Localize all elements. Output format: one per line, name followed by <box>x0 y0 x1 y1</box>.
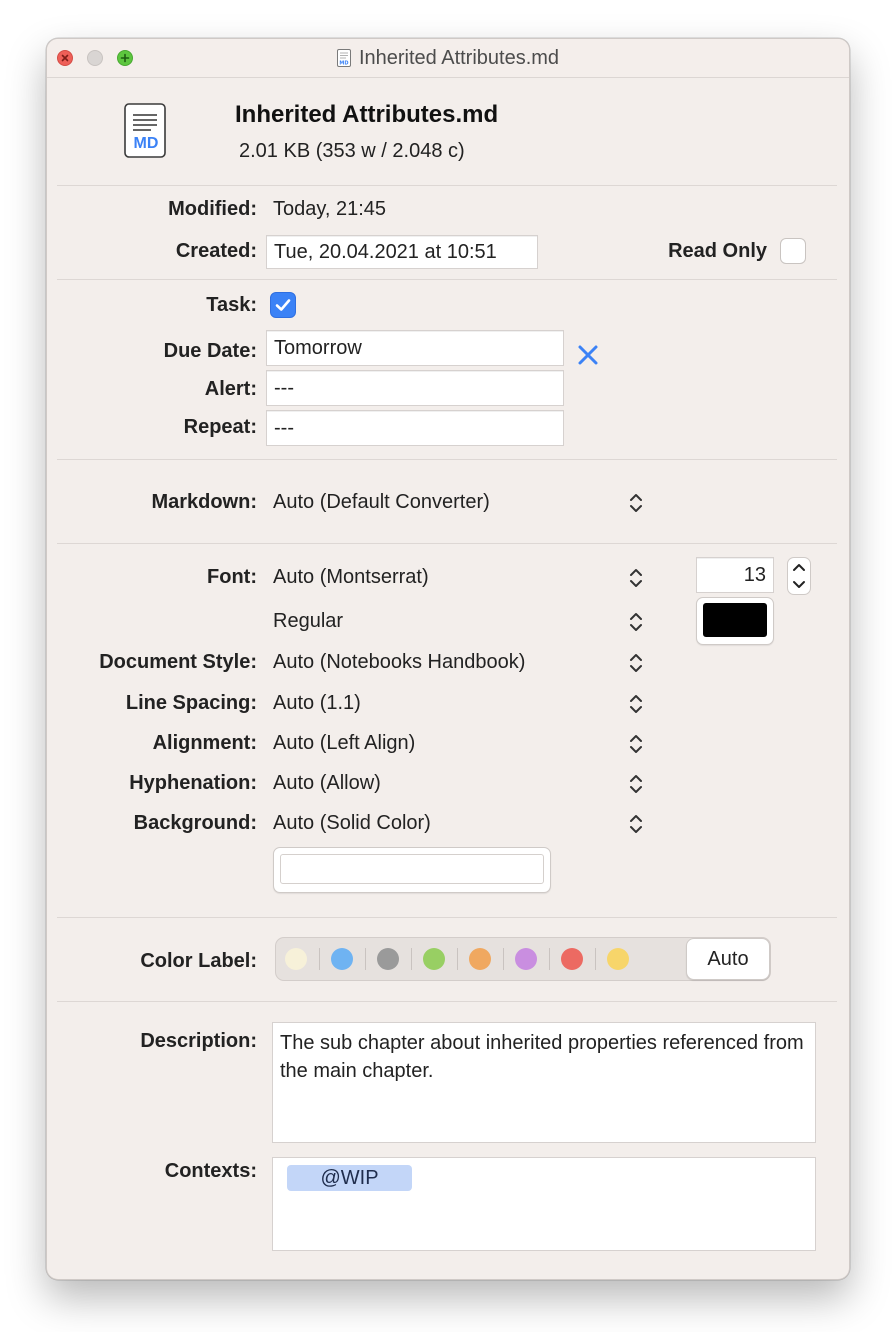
segment-divider <box>411 948 412 970</box>
alignment-label: Alignment: <box>152 732 257 754</box>
background-value: Auto (Solid Color) <box>273 812 431 834</box>
segment-divider <box>319 948 320 970</box>
updown-chevron-icon <box>630 775 642 793</box>
updown-chevron-icon <box>630 695 642 713</box>
color-label-option[interactable] <box>469 948 491 970</box>
updown-chevron-icon <box>630 494 642 512</box>
font-value: Auto (Montserrat) <box>273 566 429 588</box>
color-label-option[interactable] <box>285 948 307 970</box>
repeat-label: Repeat: <box>183 416 257 438</box>
description-label: Description: <box>140 1030 257 1052</box>
updown-chevron-icon <box>630 613 642 631</box>
modified-value: Today, 21:45 <box>273 198 387 220</box>
task-checkbox[interactable] <box>270 292 296 318</box>
created-label: Created: <box>175 240 257 262</box>
alignment-value: Auto (Left Align) <box>273 732 416 754</box>
alert-field[interactable]: --- <box>266 370 564 406</box>
font-color-swatch <box>703 603 767 637</box>
line-spacing-label: Line Spacing: <box>125 692 257 714</box>
repeat-field[interactable]: --- <box>266 410 564 446</box>
contexts-label: Contexts: <box>164 1160 257 1182</box>
background-label: Background: <box>133 812 257 834</box>
font-weight-popup[interactable]: Regular <box>273 604 653 638</box>
font-weight-value: Regular <box>273 610 344 632</box>
color-label-option[interactable] <box>607 948 629 970</box>
title-bar: MD Inherited Attributes.md <box>47 39 849 78</box>
alert-label: Alert: <box>204 378 257 400</box>
svg-text:MD: MD <box>339 61 348 67</box>
document-style-popup[interactable]: Auto (Notebooks Handbook) <box>273 645 653 679</box>
separator <box>57 543 837 544</box>
markdown-label: Markdown: <box>151 491 257 513</box>
document-style-value: Auto (Notebooks Handbook) <box>273 651 526 673</box>
hyphenation-popup[interactable]: Auto (Allow) <box>273 766 653 800</box>
line-spacing-popup[interactable]: Auto (1.1) <box>273 686 653 720</box>
separator <box>57 1001 837 1002</box>
markdown-popup[interactable]: Auto (Default Converter) <box>273 485 653 519</box>
line-spacing-value: Auto (1.1) <box>273 692 361 714</box>
segment-divider <box>503 948 504 970</box>
background-color-swatch <box>280 854 544 884</box>
contexts-token-field[interactable]: @WIP <box>272 1157 816 1251</box>
checkmark-icon <box>275 299 291 311</box>
due-date-label: Due Date: <box>163 340 257 362</box>
separator <box>57 185 837 186</box>
font-size-field[interactable]: 13 <box>696 557 774 593</box>
document-icon-label: MD <box>133 135 159 152</box>
background-color-well[interactable] <box>273 847 551 893</box>
updown-chevron-icon <box>630 569 642 587</box>
font-size-stepper[interactable] <box>787 557 811 595</box>
segment-divider <box>549 948 550 970</box>
color-label-option[interactable] <box>377 948 399 970</box>
separator <box>57 917 837 918</box>
updown-chevron-icon <box>630 654 642 672</box>
file-name: Inherited Attributes.md <box>235 101 499 128</box>
hyphenation-value: Auto (Allow) <box>273 772 381 794</box>
separator <box>57 279 837 280</box>
font-color-well[interactable] <box>696 597 774 645</box>
background-popup[interactable]: Auto (Solid Color) <box>273 806 653 840</box>
markdown-file-icon: MD <box>336 49 351 67</box>
color-label-selector[interactable]: Auto <box>275 937 771 981</box>
font-label: Font: <box>207 566 257 588</box>
created-field[interactable]: Tue, 20.04.2021 at 10:51 <box>266 235 538 269</box>
color-label-option[interactable] <box>423 948 445 970</box>
color-label-option[interactable] <box>515 948 537 970</box>
alignment-popup[interactable]: Auto (Left Align) <box>273 726 653 760</box>
info-window: MD Inherited Attributes.md MD Inherited … <box>46 38 850 1280</box>
color-label-auto-button[interactable]: Auto <box>686 938 770 980</box>
document-style-label: Document Style: <box>99 651 257 673</box>
due-date-field[interactable]: Tomorrow <box>266 330 564 366</box>
context-token[interactable]: @WIP <box>287 1165 412 1191</box>
task-label: Task: <box>206 294 257 316</box>
read-only-checkbox[interactable] <box>780 238 806 264</box>
updown-chevron-icon <box>630 815 642 833</box>
window-title: Inherited Attributes.md <box>358 46 560 69</box>
modified-label: Modified: <box>168 198 257 220</box>
updown-chevron-icon <box>630 735 642 753</box>
hyphenation-label: Hyphenation: <box>129 772 257 794</box>
file-stats: 2.01 KB (353 w / 2.048 c) <box>239 140 465 162</box>
color-label-option[interactable] <box>561 948 583 970</box>
segment-divider <box>595 948 596 970</box>
color-label-label: Color Label: <box>140 950 257 972</box>
segment-divider <box>365 948 366 970</box>
markdown-value: Auto (Default Converter) <box>273 491 490 513</box>
color-label-option[interactable] <box>331 948 353 970</box>
stepper-arrows-icon <box>793 564 805 588</box>
clear-due-date-icon[interactable] <box>576 343 600 367</box>
segment-divider <box>457 948 458 970</box>
read-only-label: Read Only <box>668 240 767 262</box>
font-popup[interactable]: Auto (Montserrat) <box>273 560 653 594</box>
description-textarea[interactable]: The sub chapter about inherited properti… <box>272 1022 816 1143</box>
separator <box>57 459 837 460</box>
